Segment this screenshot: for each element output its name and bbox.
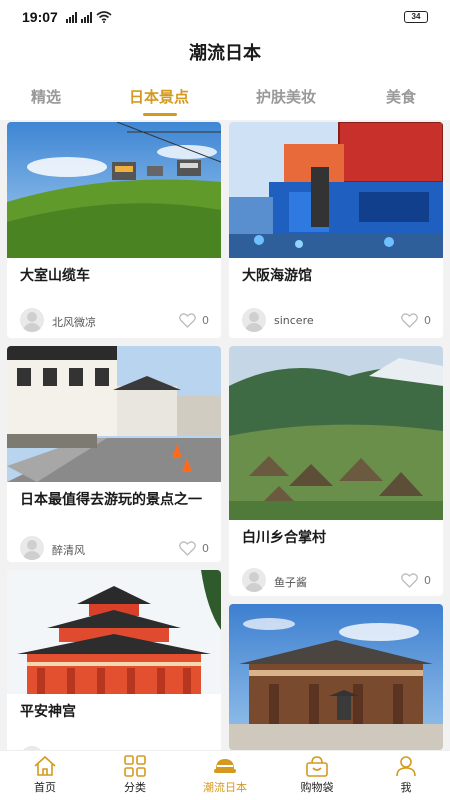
nav-label: 我 xyxy=(400,781,412,794)
mountain-cable-car-photo xyxy=(7,122,221,258)
like-button[interactable]: 0 xyxy=(179,313,209,328)
nav-shopping-bag[interactable]: 购物袋 xyxy=(277,755,357,795)
category-tabs: 精选 日本景点 护肤美妆 美食 xyxy=(0,76,450,120)
street-scene-photo xyxy=(7,346,221,482)
battery-icon: 34 xyxy=(404,11,428,23)
nav-label: 首页 xyxy=(34,781,56,794)
nav-trend-japan[interactable]: 潮流日本 xyxy=(185,755,265,795)
tab-featured[interactable]: 精选 xyxy=(31,86,61,107)
avatar xyxy=(242,308,266,332)
shirakawa-village-photo xyxy=(229,346,443,520)
author-name: sincere xyxy=(274,314,314,327)
heart-icon xyxy=(401,573,418,588)
app-header: 潮流日本 xyxy=(0,34,450,76)
avatar xyxy=(20,536,44,560)
heart-icon xyxy=(179,541,196,556)
post-card[interactable]: 平安神宫 xyxy=(7,570,221,750)
like-button[interactable]: 0 xyxy=(401,573,431,588)
post-feed[interactable]: 大室山缆车 北风微凉 0 大阪海游馆 sincere 0 日本最值得去游玩的景点… xyxy=(0,120,450,750)
nav-home[interactable]: 首页 xyxy=(5,755,85,795)
nav-label: 购物袋 xyxy=(300,781,334,794)
like-count: 0 xyxy=(424,574,431,587)
tab-skincare-makeup[interactable]: 护肤美妆 xyxy=(256,86,316,107)
like-count: 0 xyxy=(202,314,209,327)
active-tab-indicator xyxy=(143,113,177,116)
tab-japan-spots[interactable]: 日本景点 xyxy=(129,86,189,107)
heart-icon xyxy=(401,313,418,328)
post-card[interactable]: 大阪海游馆 sincere 0 xyxy=(229,122,443,338)
tab-food[interactable]: 美食 xyxy=(386,86,416,107)
card-title: 大室山缆车 xyxy=(20,268,90,284)
page-title: 潮流日本 xyxy=(189,43,261,64)
like-count: 0 xyxy=(424,314,431,327)
author-name: 醉清风 xyxy=(52,544,85,557)
like-count: 0 xyxy=(202,542,209,555)
heart-icon xyxy=(179,313,196,328)
signal-icon xyxy=(66,12,77,23)
post-card[interactable]: 白川乡合掌村 鱼子酱 0 xyxy=(229,346,443,596)
shopping-bag-icon xyxy=(306,756,328,777)
nav-label: 分类 xyxy=(124,781,146,794)
nav-label: 潮流日本 xyxy=(203,781,247,794)
bottom-tab-bar: 首页 分类 潮流日本 购物袋 我 xyxy=(0,750,450,800)
temple-hall-photo xyxy=(229,604,443,750)
card-title: 大阪海游馆 xyxy=(242,268,312,284)
nav-categories[interactable]: 分类 xyxy=(95,755,175,795)
signal-icon-2 xyxy=(81,12,92,23)
home-icon xyxy=(34,755,56,776)
post-card[interactable] xyxy=(229,604,443,750)
avatar xyxy=(20,308,44,332)
card-title: 日本最值得去游玩的景点之一 xyxy=(20,492,202,508)
card-title: 白川乡合掌村 xyxy=(242,530,326,546)
heian-shrine-photo xyxy=(7,570,221,694)
hat-icon xyxy=(214,759,236,773)
status-icons xyxy=(66,11,112,23)
nav-me[interactable]: 我 xyxy=(366,755,446,795)
aquarium-building-photo xyxy=(229,122,443,258)
card-title: 平安神宫 xyxy=(20,704,76,720)
post-card[interactable]: 日本最值得去游玩的景点之一 醉清风 0 xyxy=(7,346,221,562)
like-button[interactable]: 0 xyxy=(179,541,209,556)
avatar xyxy=(242,568,266,592)
post-card[interactable]: 大室山缆车 北风微凉 0 xyxy=(7,122,221,338)
user-icon xyxy=(396,756,416,777)
author-name: 鱼子酱 xyxy=(274,576,307,589)
like-button[interactable]: 0 xyxy=(401,313,431,328)
status-bar: 19:07 34 xyxy=(0,0,450,34)
grid-icon xyxy=(124,755,146,777)
author-name: 北风微凉 xyxy=(52,316,96,329)
wifi-icon xyxy=(96,11,112,23)
status-time: 19:07 xyxy=(22,9,58,25)
